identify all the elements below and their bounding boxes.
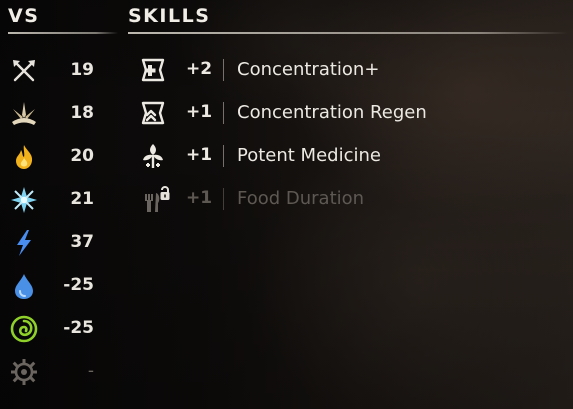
vs-row-fire: 20	[8, 135, 108, 178]
vs-row-shock: 37	[8, 221, 108, 264]
vs-value: -25	[63, 275, 94, 295]
vs-value: -	[87, 361, 94, 381]
vs-row-acid: -25	[8, 307, 108, 350]
vs-header: VS	[8, 5, 40, 27]
skill-bonus: +2	[186, 59, 213, 79]
lock-icon	[160, 186, 170, 200]
skills-header: SKILLS	[128, 5, 211, 27]
vs-value: 21	[70, 189, 94, 209]
frost-icon	[10, 186, 38, 214]
fire-icon	[10, 143, 38, 171]
skill-bonus: +1	[186, 145, 213, 165]
vs-value: 37	[70, 232, 94, 252]
food-duration-locked-icon	[136, 185, 170, 213]
skill-bonus: +1	[186, 102, 213, 122]
skill-divider	[223, 59, 224, 81]
water-drop-icon	[10, 272, 38, 300]
skill-divider	[223, 188, 224, 210]
vs-row-frost: 21	[8, 178, 108, 221]
skill-name: Concentration Regen	[237, 102, 427, 123]
skill-row-potent-medicine: +1 Potent Medicine	[136, 135, 566, 178]
vs-value: 20	[70, 146, 94, 166]
vs-resistance-list: 19 18 20 21 37 -25 -25 -	[8, 49, 108, 393]
vs-row-plasma: -	[8, 350, 108, 393]
vs-row-water: -25	[8, 264, 108, 307]
skill-row-food-duration: +1 Food Duration	[136, 178, 566, 221]
concentration-regen-icon	[136, 99, 170, 127]
skill-row-concentration-regen: +1 Concentration Regen	[136, 92, 566, 135]
skill-divider	[223, 102, 224, 124]
shock-icon	[10, 229, 38, 257]
vs-header-divider	[8, 32, 118, 34]
skill-name: Food Duration	[237, 188, 365, 209]
skills-header-divider	[128, 32, 568, 34]
vs-value: 18	[70, 103, 94, 123]
vs-row-impact: 18	[8, 92, 108, 135]
skill-name: Concentration+	[237, 59, 380, 80]
potent-medicine-icon	[136, 142, 170, 170]
concentration-plus-icon	[136, 56, 170, 84]
melee-crossed-arrows-icon	[10, 57, 38, 85]
skill-divider	[223, 145, 224, 167]
skill-name: Potent Medicine	[237, 145, 381, 166]
vs-value: -25	[63, 318, 94, 338]
skills-list: +2 Concentration+ +1 Concentration Regen	[136, 49, 566, 221]
plasma-gear-icon	[10, 358, 38, 386]
vs-value: 19	[70, 60, 94, 80]
impact-burst-icon	[10, 100, 38, 128]
skill-row-concentration-plus: +2 Concentration+	[136, 49, 566, 92]
skill-bonus: +1	[186, 188, 213, 208]
vs-row-melee: 19	[8, 49, 108, 92]
acid-spiral-icon	[10, 315, 38, 343]
